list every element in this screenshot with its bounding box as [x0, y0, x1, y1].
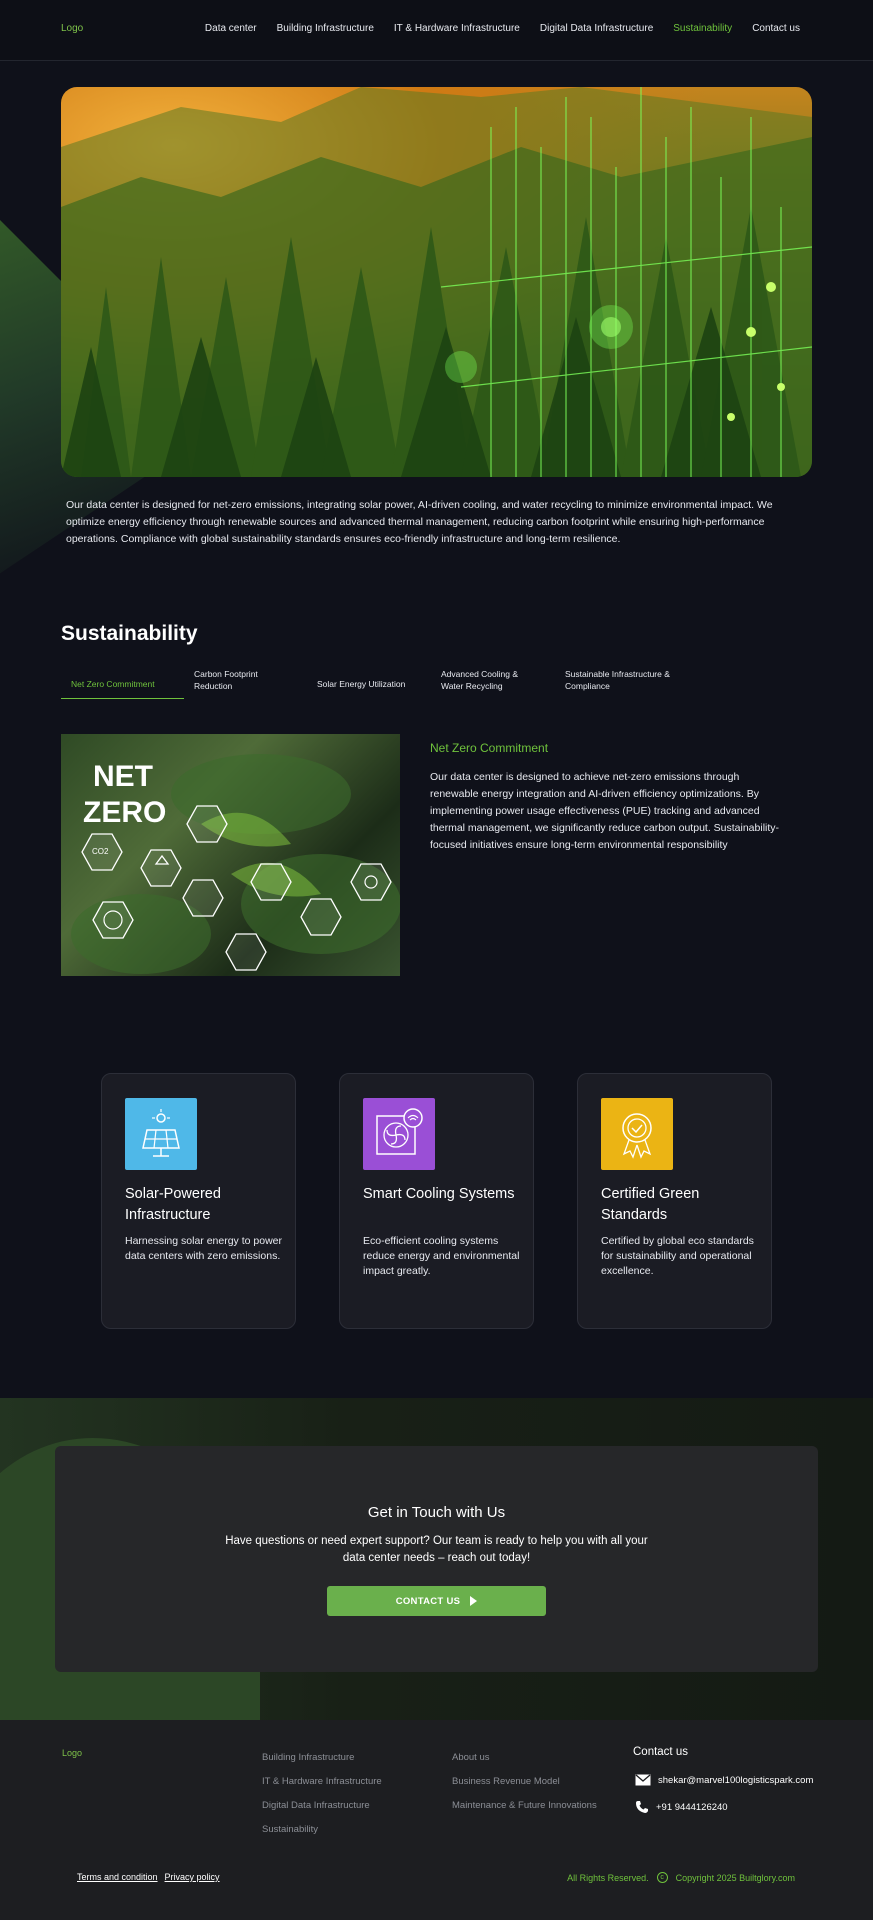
nav-data-center[interactable]: Data center [205, 23, 257, 34]
logo[interactable]: Logo [61, 23, 83, 34]
zero-text: ZERO [83, 796, 166, 829]
card-title: Certified Green Standards [601, 1186, 700, 1223]
site-header: Logo Data center Building Infrastructure… [0, 0, 873, 61]
main-nav: Data center Building Infrastructure IT &… [205, 23, 800, 34]
hero-description: Our data center is designed for net-zero… [66, 499, 773, 545]
play-arrow-icon [470, 1596, 478, 1606]
rights-text: All Rights Reserved. [567, 1872, 649, 1883]
tab-sustainable-infrastructure-compliance[interactable]: Sustainable Infrastructure & Compliance [565, 668, 675, 692]
contact-us-label: CONTACT US [395, 1595, 461, 1607]
co2-label: CO2 [92, 847, 109, 856]
card-title: Smart Cooling Systems [363, 1186, 515, 1202]
footer-link[interactable]: Digital Data Infrastructure [262, 1800, 382, 1824]
footer-link[interactable]: About us [452, 1752, 597, 1776]
footer-email-row[interactable]: shekar@marvel100logisticspark.com [635, 1774, 813, 1786]
footer-link[interactable]: Sustainability [262, 1824, 382, 1848]
cta-title: Get in Touch with Us [367, 1504, 506, 1521]
panel-body: Our data center is designed to achieve n… [430, 771, 780, 851]
card-text: Harnessing solar energy to power data ce… [125, 1235, 282, 1262]
phone-icon [636, 1801, 648, 1813]
feature-card-certified: Certified Green Standards Certified by g… [577, 1073, 772, 1329]
hero-image [61, 87, 812, 477]
footer-legal-links: Terms and condition Privacy policy [77, 1872, 220, 1882]
section-title: Sustainability [61, 622, 198, 645]
card-text: Certified by global eco standards for su… [601, 1235, 754, 1277]
footer-email[interactable]: shekar@marvel100logisticspark.com [658, 1775, 813, 1786]
footer-link[interactable]: Building Infrastructure [262, 1752, 382, 1776]
copyright-text: Copyright 2025 Builtglory.com [675, 1872, 795, 1883]
net-zero-image: NET ZERO CO2 [61, 734, 400, 976]
tab-net-zero-commitment[interactable]: Net Zero Commitment [61, 678, 184, 699]
certificate-badge-icon [601, 1098, 673, 1170]
contact-us-button[interactable]: CONTACT US [327, 1586, 546, 1616]
footer-phone-row[interactable]: +91 9444126240 [635, 1800, 728, 1814]
tab-advanced-cooling-water-recycling[interactable]: Advanced Cooling & Water Recycling [441, 668, 531, 692]
net-text: NET [93, 760, 153, 793]
footer-logo[interactable]: Logo [62, 1748, 82, 1758]
sustainability-tabs: Net Zero Commitment Carbon Footprint Red… [61, 668, 801, 699]
feature-card-cooling: Smart Cooling Systems Eco-efficient cool… [339, 1073, 534, 1329]
nav-digital-data-infrastructure[interactable]: Digital Data Infrastructure [540, 23, 653, 34]
fan-wifi-icon [363, 1098, 435, 1170]
footer-link[interactable]: Business Revenue Model [452, 1776, 597, 1800]
privacy-link[interactable]: Privacy policy [165, 1872, 220, 1882]
copyright-icon: c [656, 1872, 668, 1883]
nav-building-infrastructure[interactable]: Building Infrastructure [277, 23, 374, 34]
solar-panel-icon [125, 1098, 197, 1170]
footer-contact-title: Contact us [633, 1746, 688, 1758]
cta-text: Have questions or need expert support? O… [225, 1535, 648, 1564]
site-footer: Logo Building Infrastructure IT & Hardwa… [0, 1720, 873, 1920]
nav-it-hardware-infrastructure[interactable]: IT & Hardware Infrastructure [394, 23, 520, 34]
mail-icon [635, 1774, 651, 1786]
nav-sustainability[interactable]: Sustainability [673, 23, 732, 34]
feature-card-solar: Solar-Powered Infrastructure Harnessing … [101, 1073, 296, 1329]
footer-link[interactable]: Maintenance & Future Innovations [452, 1800, 597, 1824]
tab-solar-energy-utilization[interactable]: Solar Energy Utilization [317, 678, 417, 690]
panel-title: Net Zero Commitment [430, 741, 549, 755]
footer-copyright: All Rights Reserved. c Copyright 2025 Bu… [567, 1872, 795, 1883]
terms-link[interactable]: Terms and condition [77, 1872, 158, 1882]
footer-col-company: About us Business Revenue Model Maintena… [452, 1752, 597, 1824]
card-text: Eco-efficient cooling systems reduce ene… [363, 1235, 520, 1277]
footer-phone[interactable]: +91 9444126240 [656, 1802, 728, 1813]
footer-col-infrastructure: Building Infrastructure IT & Hardware In… [262, 1752, 382, 1848]
footer-link[interactable]: IT & Hardware Infrastructure [262, 1776, 382, 1800]
cta-box: Get in Touch with Us Have questions or n… [55, 1446, 818, 1672]
card-title: Solar-Powered Infrastructure [125, 1186, 221, 1223]
nav-contact-us[interactable]: Contact us [752, 23, 800, 34]
tab-carbon-footprint-reduction[interactable]: Carbon Footprint Reduction [194, 668, 274, 692]
